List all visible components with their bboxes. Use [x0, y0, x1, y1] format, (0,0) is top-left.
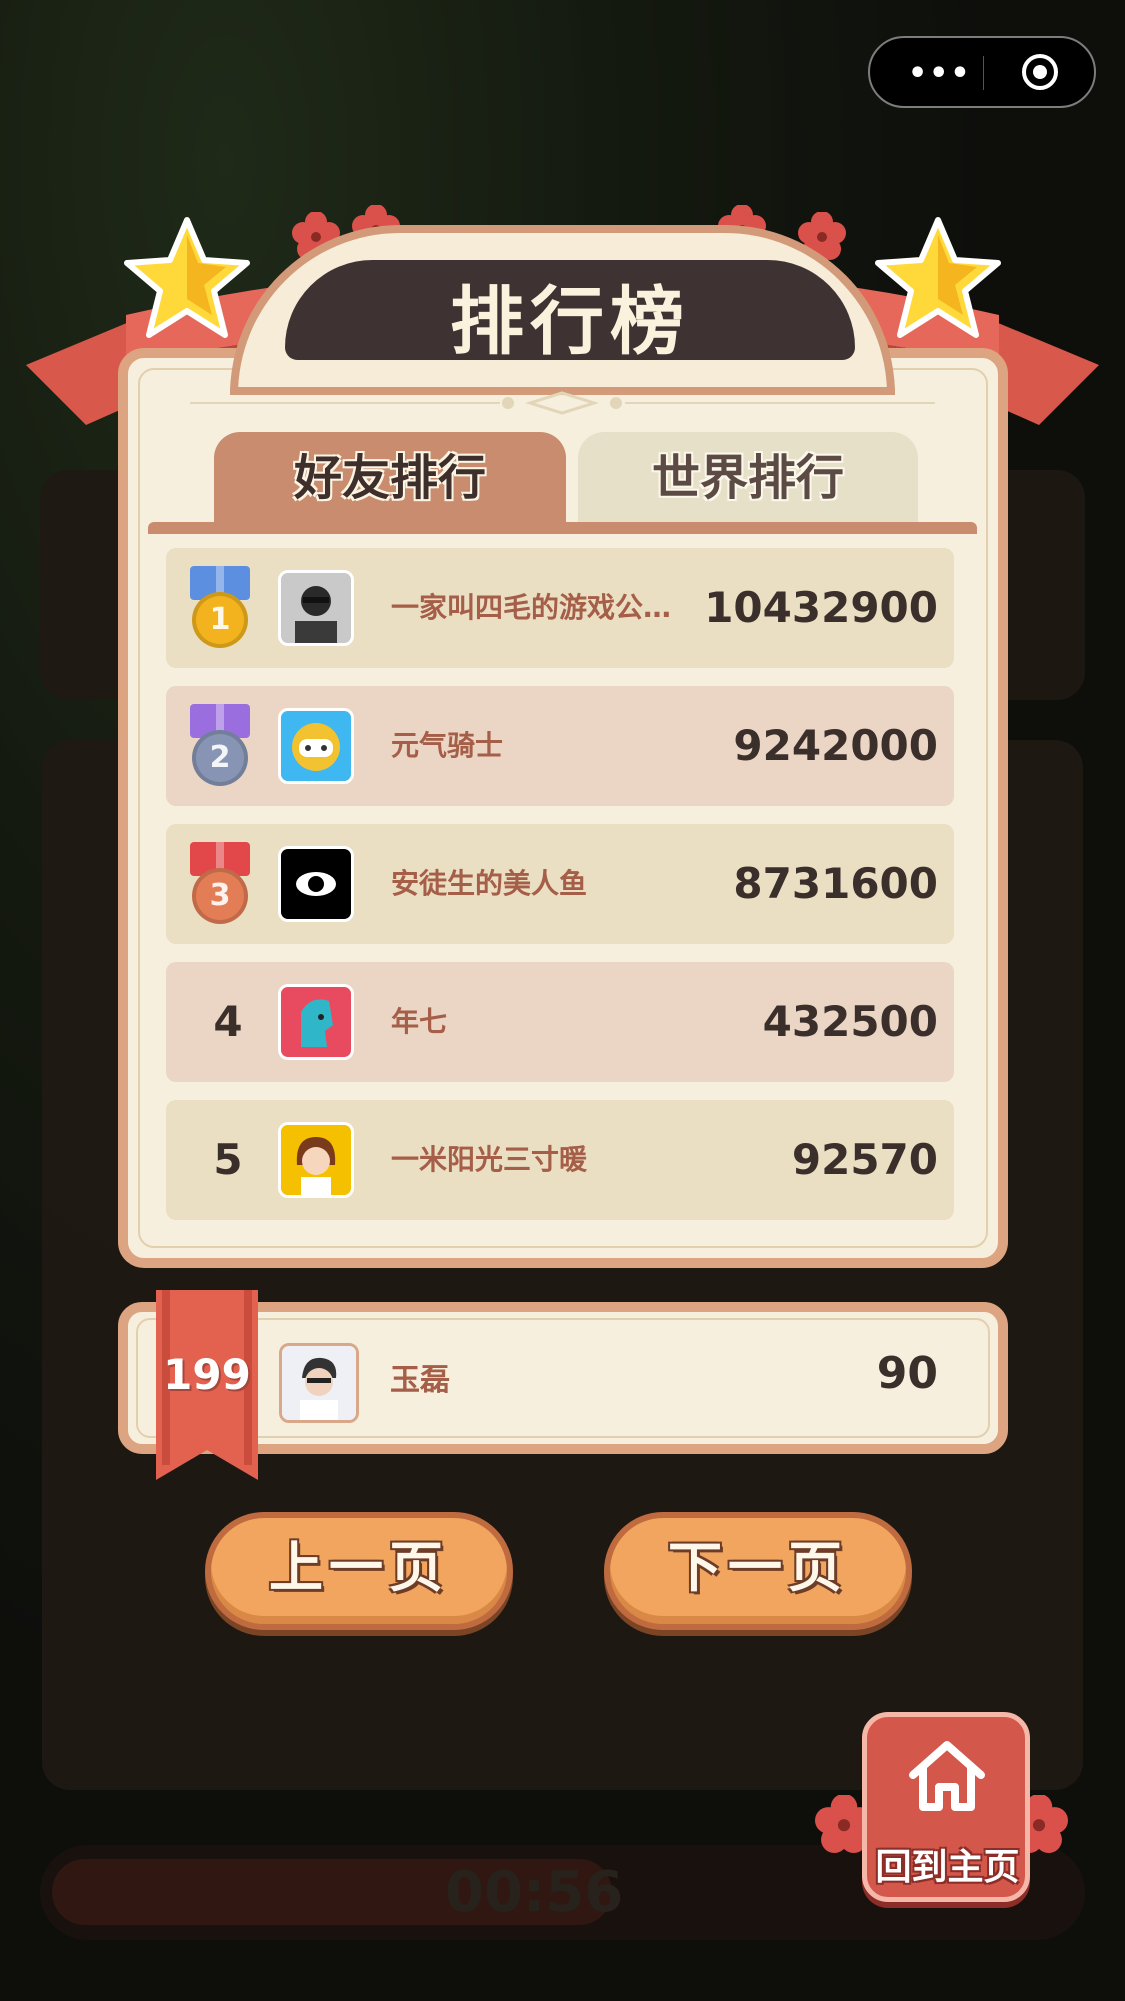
player-name: 一家叫四毛的游戏公…	[391, 591, 672, 624]
leaderboard-row: 3 安徒生的美人鱼 8731600	[166, 824, 954, 944]
home-icon	[909, 1741, 985, 1811]
player-name: 年七	[391, 1005, 448, 1038]
silver-medal-icon: 2	[190, 704, 250, 794]
prev-page-button[interactable]: 上一页	[205, 1512, 513, 1630]
leaderboard-row: 1 一家叫四毛的游戏公… 10432900	[166, 548, 954, 668]
star-icon	[875, 217, 1001, 338]
player-score: 10432900	[704, 583, 938, 632]
gold-medal-icon: 1	[190, 566, 250, 656]
star-icon	[124, 217, 250, 338]
medal-disc: 3	[192, 868, 248, 924]
tab-world-ranking[interactable]: 世界排行	[578, 432, 918, 524]
rank-number: 5	[213, 1135, 243, 1184]
leaderboard-row: 5 一米阳光三寸暖 92570	[166, 1100, 954, 1220]
leaderboard-list: 1 一家叫四毛的游戏公… 10432900 2 元气骑士 9242000 3 安…	[166, 548, 954, 1238]
player-name: 元气骑士	[391, 729, 504, 762]
miniprogram-capsule: •••	[868, 36, 1096, 108]
my-rank-inner-border	[136, 1318, 990, 1438]
home-button-label[interactable]: 回到主页	[855, 1838, 1040, 1890]
page-title: 排行榜	[450, 279, 690, 365]
my-score: 90	[876, 1348, 938, 1399]
avatar	[278, 570, 354, 646]
player-score: 8731600	[733, 859, 938, 908]
next-page-button[interactable]: 下一页	[604, 1512, 912, 1630]
close-miniprogram-button[interactable]	[1022, 54, 1058, 90]
medal-disc: 2	[192, 730, 248, 786]
medal-disc: 1	[192, 592, 248, 648]
my-name: 玉磊	[390, 1363, 450, 1398]
bronze-medal-icon: 3	[190, 842, 250, 932]
rank-number: 4	[213, 997, 243, 1046]
leaderboard-row: 2 元气骑士 9242000	[166, 686, 954, 806]
player-name: 一米阳光三寸暖	[391, 1143, 588, 1176]
my-avatar	[279, 1343, 359, 1423]
leaderboard-row: 4 年七 432500	[166, 962, 954, 1082]
avatar	[278, 708, 354, 784]
player-score: 92570	[791, 1135, 938, 1184]
my-rank-number: 199	[163, 1350, 251, 1399]
more-menu-button[interactable]: •••	[908, 56, 972, 91]
avatar	[278, 984, 354, 1060]
tab-friends-ranking[interactable]: 好友排行	[214, 432, 566, 524]
player-score: 9242000	[733, 721, 938, 770]
avatar	[278, 846, 354, 922]
capsule-divider	[983, 56, 984, 90]
divider-ornament	[190, 391, 935, 415]
avatar	[278, 1122, 354, 1198]
tab-underline	[148, 522, 977, 534]
player-name: 安徒生的美人鱼	[391, 867, 588, 900]
player-score: 432500	[762, 997, 938, 1046]
